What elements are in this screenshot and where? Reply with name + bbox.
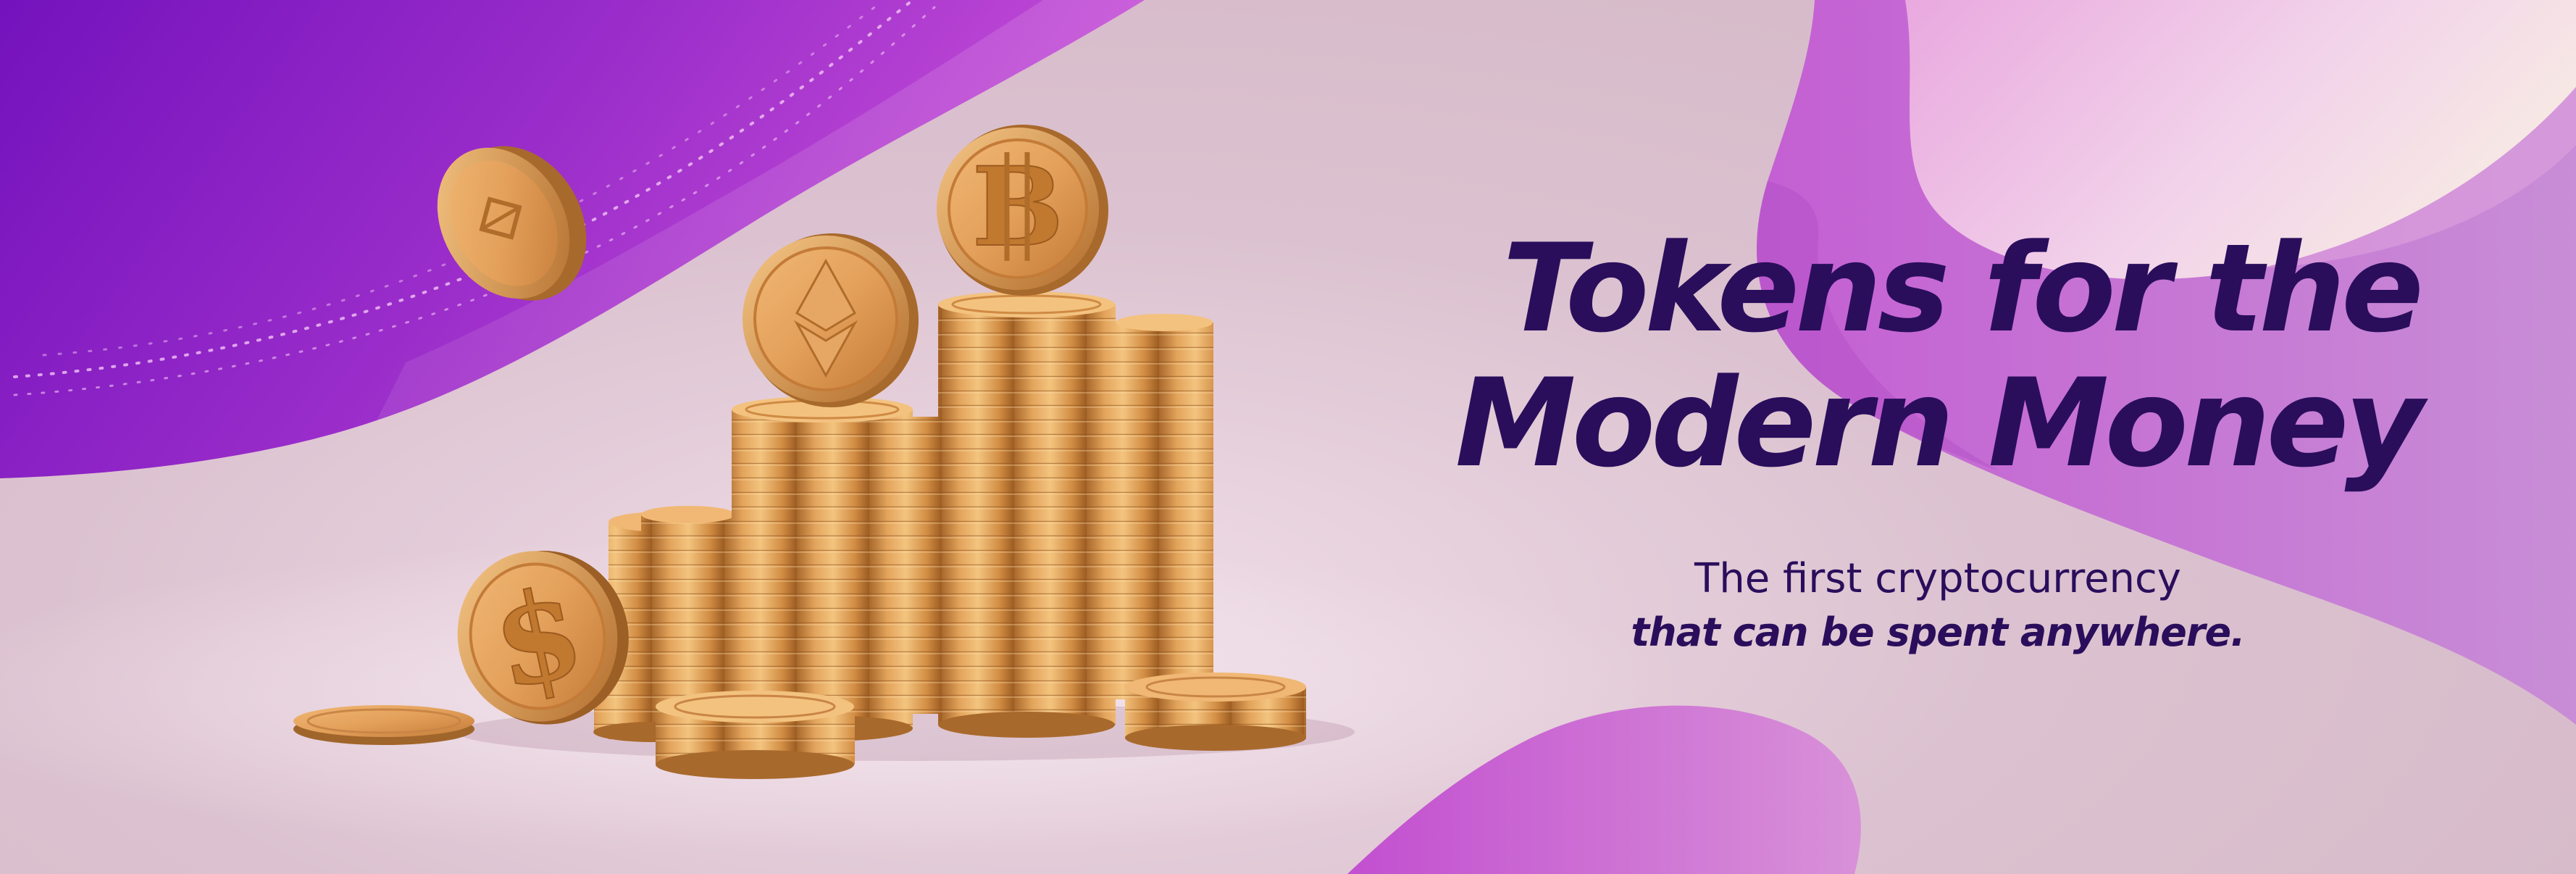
subtitle: The first cryptocurrency that can be spe… [1492, 552, 2383, 659]
ethereum-coin [743, 233, 919, 407]
subtitle-line-1: The first cryptocurrency [1694, 555, 2181, 602]
subtitle-line-2: that can be spent anywhere. [1631, 609, 2245, 655]
svg-text:B: B [972, 143, 1064, 271]
crypto-banner: B $ Tokens for the Modern Money The firs… [0, 0, 2576, 874]
headline-line-1: Tokens for the [1502, 217, 2424, 359]
headline-line-2: Modern Money [1455, 352, 2424, 494]
bitcoin-coin: B [937, 125, 1108, 296]
flat-coin-left [293, 705, 474, 745]
headline: Tokens for the Modern Money [1362, 217, 2424, 494]
